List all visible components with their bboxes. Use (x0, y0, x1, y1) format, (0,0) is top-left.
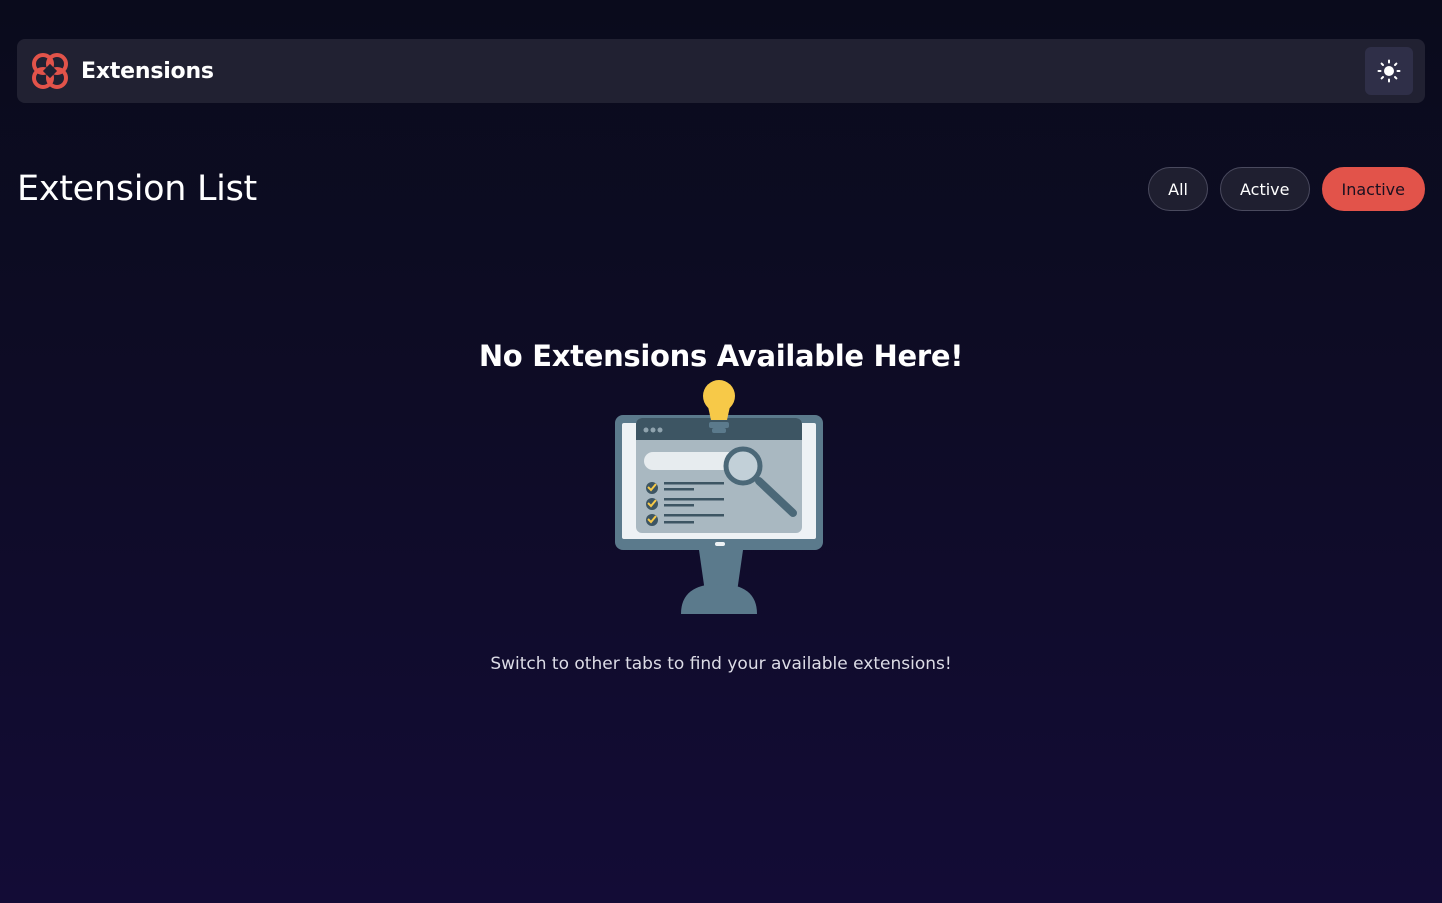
filter-inactive-button[interactable]: Inactive (1321, 167, 1425, 211)
brand-name: Extensions (81, 58, 214, 84)
extension-list-bar: Extension List All Active Inactive (17, 166, 1425, 212)
filter-active-button[interactable]: Active (1220, 167, 1310, 211)
monitor-search-illustration (615, 380, 823, 614)
empty-state-message: Switch to other tabs to find your availa… (490, 654, 952, 674)
theme-toggle-button[interactable] (1365, 47, 1413, 95)
page-title: Extension List (17, 169, 257, 209)
clover-logo-icon (32, 53, 68, 89)
sun-icon (1377, 59, 1401, 83)
brand[interactable]: Extensions (29, 50, 214, 92)
filter-tabs: All Active Inactive (1148, 167, 1425, 211)
app-header: Extensions (17, 39, 1425, 103)
empty-state-title: No Extensions Available Here! (478, 339, 964, 373)
empty-state: No Extensions Available Here! Switch to … (0, 336, 1442, 674)
filter-all-button[interactable]: All (1148, 167, 1208, 211)
